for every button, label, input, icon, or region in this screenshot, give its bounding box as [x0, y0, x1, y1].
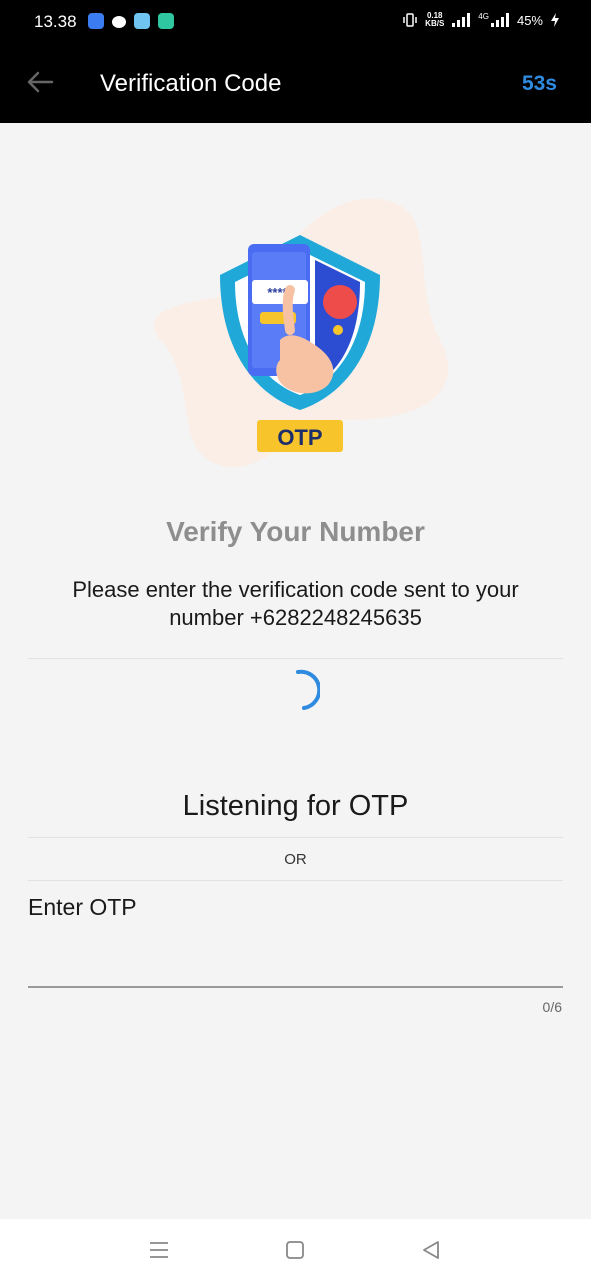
- calculator-icon: [158, 13, 174, 29]
- arrow-left-icon: [27, 71, 54, 93]
- back-button[interactable]: [24, 66, 56, 98]
- or-separator: OR: [284, 851, 307, 868]
- net-speed: 0.18 KB/S: [425, 12, 444, 28]
- divider: [28, 658, 563, 659]
- listening-text: Listening for OTP: [182, 790, 409, 822]
- otp-illustration: ***** OTP: [140, 190, 460, 480]
- app-bar: Verification Code 53s: [0, 44, 591, 123]
- otp-label: Enter OTP: [28, 894, 137, 920]
- vibrate-icon: [403, 13, 417, 27]
- app-notification-icon: [88, 13, 104, 29]
- status-bar: 13.38 0.18 KB/S 4G 45%: [0, 0, 591, 44]
- menu-icon: [150, 1242, 168, 1258]
- divider: [28, 837, 563, 838]
- page-title: Verification Code: [100, 70, 282, 97]
- charging-icon: [551, 13, 559, 27]
- reddit-icon: [112, 16, 126, 28]
- red-dot: [323, 285, 357, 319]
- signal-icon-2: [490, 13, 509, 27]
- divider: [28, 880, 563, 881]
- verify-heading: Verify Your Number: [166, 516, 425, 547]
- status-time: 13.38: [34, 12, 77, 31]
- status-right: 0.18 KB/S 4G 45%: [403, 12, 559, 28]
- instruction-text: Please enter the verification code sent …: [72, 577, 519, 630]
- otp-badge-text: OTP: [277, 425, 322, 450]
- signal-icon: [452, 13, 471, 27]
- home-icon: [286, 1241, 304, 1259]
- robot-app-icon: [134, 13, 150, 29]
- otp-input[interactable]: [28, 930, 563, 988]
- resend-timer: 53s: [521, 72, 557, 95]
- back-icon: [423, 1241, 439, 1259]
- net-speed-unit: KB/S: [425, 19, 445, 28]
- network-type: 4G: [478, 11, 489, 21]
- notification-icons: [88, 13, 174, 29]
- loading-spinner: [296, 669, 320, 710]
- character-counter: 0/6: [542, 999, 562, 1015]
- recents-button[interactable]: [146, 1237, 172, 1263]
- home-button[interactable]: [282, 1237, 308, 1263]
- system-nav-bar: [0, 1219, 591, 1280]
- nav-back-button[interactable]: [418, 1237, 444, 1263]
- battery-level: 45%: [516, 12, 543, 28]
